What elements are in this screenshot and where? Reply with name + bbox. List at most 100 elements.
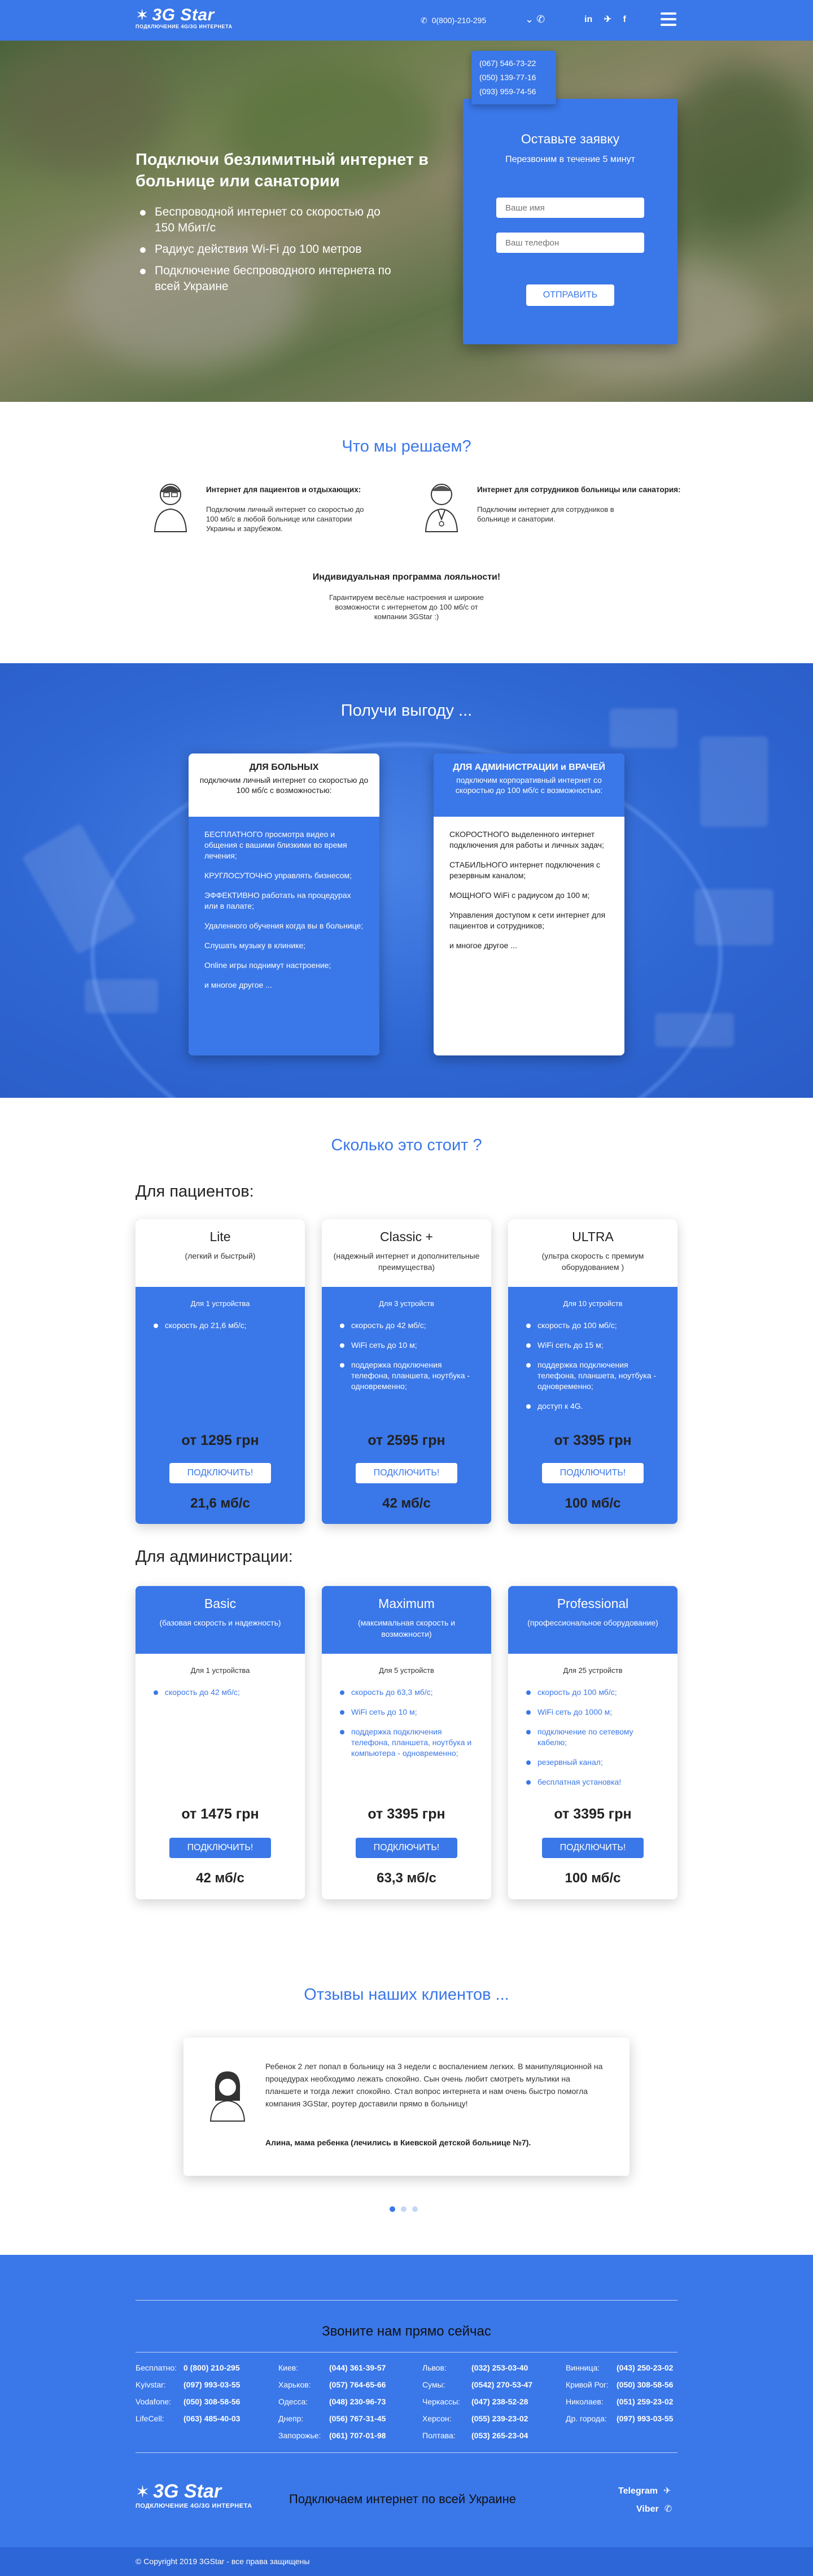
tariff-price: от 3395 грн (554, 1432, 632, 1448)
star-icon: ✶ (136, 2483, 150, 2501)
viber-link[interactable]: Viber ✆ (636, 2503, 672, 2514)
tariff-feature: поддержка подключения телефона, планшета… (525, 1360, 661, 1392)
connect-button[interactable]: ПОДКЛЮЧИТЬ! (356, 1463, 457, 1483)
tariff-price: от 1295 грн (181, 1432, 259, 1448)
contact-phone[interactable]: (097) 993-03-55 (617, 2410, 673, 2427)
contact-phone[interactable]: (056) 767-31-45 (329, 2410, 386, 2427)
contact-city: Одесса: (278, 2397, 308, 2406)
solve-item-title: Интернет для сотрудников больницы или са… (477, 485, 681, 494)
tariff-feature: скорость до 100 мб/с; (525, 1320, 661, 1331)
facebook-icon[interactable]: f (623, 15, 626, 24)
tariff-speed: 42 мб/с (196, 1870, 244, 1886)
contact-phone[interactable]: (097) 993-03-55 (183, 2376, 240, 2393)
contact-phone[interactable]: (055) 239-23-02 (471, 2410, 528, 2427)
contact-phone[interactable]: (051) 259-23-02 (617, 2393, 673, 2410)
benefits-title: Получи выгоду ... (340, 702, 473, 720)
tariff-feature: WiFi сеть до 10 м; (339, 1340, 474, 1351)
site-footer: Звоните нам прямо сейчас Бесплатно: 0 (80… (0, 2255, 813, 2576)
connect-button[interactable]: ПОДКЛЮЧИТЬ! (356, 1838, 457, 1858)
tariff-speed: 21,6 мб/с (190, 1496, 250, 1511)
header-phone[interactable]: ✆ 0(800)-210-295 (421, 16, 486, 25)
solve-title: Что мы решаем? (342, 437, 471, 455)
contact-phone[interactable]: (047) 238-52-28 (471, 2393, 528, 2410)
tariff-card-lite: Lite (легкий и быстрый) Для 1 устройства … (136, 1219, 305, 1524)
connect-button[interactable]: ПОДКЛЮЧИТЬ! (542, 1838, 644, 1858)
linkedin-icon[interactable]: in (584, 15, 592, 24)
tariff-card-professional: Professional (профессиональное оборудован… (508, 1586, 678, 1899)
tariff-price: от 1475 грн (181, 1806, 259, 1822)
benefit-item: Удаленного обучения когда вы в больнице; (204, 921, 364, 930)
contact-phone[interactable]: (044) 361-39-57 (329, 2359, 386, 2376)
dropdown-phone[interactable]: (050) 139-77-16 (479, 71, 548, 85)
contact-phone[interactable]: 0 (800) 210-295 (183, 2359, 240, 2376)
tariff-speed: 63,3 мб/с (377, 1870, 436, 1886)
site-header: ✶ 3G Star ПОДКЛЮЧЕНИЕ 4G/3G ИНТЕРНЕТА ✆ 0(… (0, 0, 813, 41)
contact-phone[interactable]: (032) 253-03-40 (471, 2359, 528, 2376)
viber-icon: ✆ (664, 2504, 672, 2514)
contact-city: Kyivstar: (136, 2380, 166, 2389)
contact-phone[interactable]: (057) 764-65-66 (329, 2376, 386, 2393)
review-text: Ребенок 2 лет попал в больницу на 3 неде… (265, 2062, 603, 2108)
contact-phone[interactable]: (050) 308-58-56 (183, 2393, 240, 2410)
tariff-feature: WiFi сеть до 15 м; (525, 1340, 661, 1351)
footer-logo[interactable]: ✶ 3G Star ПОДКЛЮЧЕНИЕ 4G/3G ИНТЕРНЕТА (136, 2481, 252, 2509)
carousel-dot[interactable] (401, 2206, 406, 2212)
benefit-card-title: ДЛЯ АДМИНИСТРАЦИИ и ВРАЧЕЙ (453, 763, 605, 772)
chevron-down-icon[interactable]: ⌄ (525, 14, 534, 25)
tariff-name: ULTRA (572, 1229, 614, 1244)
admin-title: Для администрации: (136, 1548, 293, 1566)
logo[interactable]: ✶ 3G Star ПОДКЛЮЧЕНИЕ 4G/3G ИНТЕРНЕТА (136, 6, 232, 29)
contact-city: Николаев: (566, 2397, 604, 2406)
menu-icon[interactable] (661, 12, 676, 26)
tariff-speed: 100 мб/с (565, 1496, 621, 1511)
contact-phone[interactable]: (053) 265-23-04 (471, 2427, 528, 2444)
contact-phone[interactable]: (048) 230-96-73 (329, 2393, 386, 2410)
contact-phone[interactable]: (043) 250-23-02 (617, 2359, 673, 2376)
tariff-feature: скорость до 21,6 мб/с; (152, 1320, 288, 1331)
contact-phone[interactable]: (061) 707-01-98 (329, 2427, 386, 2444)
contact-city: Сумы: (422, 2380, 445, 2389)
telegram-icon[interactable]: ✈ (604, 15, 611, 24)
benefit-item: МОЩНОГО WiFi с радиусом до 100 м; (449, 891, 590, 900)
header-call-icons[interactable]: ⌄ ✆ (525, 14, 545, 25)
reviewer-avatar-icon (205, 2067, 250, 2126)
telegram-link[interactable]: Telegram ✈ (618, 2485, 671, 2496)
contact-city: Vodafone: (136, 2397, 172, 2406)
dropdown-phone[interactable]: (067) 546-73-22 (479, 56, 548, 71)
patient-avatar-icon (148, 477, 193, 534)
tariff-speed: 100 мб/с (565, 1870, 621, 1886)
tariff-devices: Для 5 устройств (379, 1666, 434, 1675)
connect-button[interactable]: ПОДКЛЮЧИТЬ! (169, 1463, 271, 1483)
header-social: in ✈ f (584, 14, 635, 25)
tariff-name: Maximum (378, 1596, 435, 1611)
dropdown-phone[interactable]: (093) 959-74-56 (479, 85, 548, 99)
hero-section: Подключи безлимитный интернет в больнице… (0, 41, 813, 402)
submit-button[interactable]: ОТПРАВИТЬ (526, 284, 614, 306)
contact-phone[interactable]: (050) 308-58-56 (617, 2376, 673, 2393)
carousel-dot[interactable] (412, 2206, 418, 2212)
phone-dropdown: (067) 546-73-22 (050) 139-77-16 (093) 95… (471, 51, 556, 104)
benefit-item: БЕСПЛАТНОГО просмотра видео и общения с … (204, 830, 347, 860)
footer-slogan: Подключаем интернет по всей Украине (289, 2492, 516, 2506)
benefit-card-title: ДЛЯ БОЛЬНЫХ (249, 763, 319, 772)
tariff-devices: Для 3 устройств (379, 1299, 434, 1308)
hero-title: Подключи безлимитный интернет в больнице… (136, 151, 429, 190)
phone-input[interactable] (496, 233, 644, 253)
contact-phone[interactable]: (063) 485-40-03 (183, 2410, 240, 2427)
tariff-devices: Для 1 устройства (190, 1299, 250, 1308)
benefit-card-subtitle: подключим корпоративный интернет со скор… (455, 776, 603, 795)
contact-city: LifeCell: (136, 2414, 164, 2423)
connect-button[interactable]: ПОДКЛЮЧИТЬ! (542, 1463, 644, 1483)
contact-city: Винница: (566, 2363, 600, 2372)
connect-button[interactable]: ПОДКЛЮЧИТЬ! (169, 1838, 271, 1858)
contact-phone[interactable]: (0542) 270-53-47 (471, 2376, 532, 2393)
tariff-devices: Для 10 устройств (563, 1299, 623, 1308)
contact-city: Херсон: (422, 2414, 452, 2423)
name-input[interactable] (496, 198, 644, 218)
tariff-feature: скорость до 42 мб/с; (152, 1687, 288, 1698)
phone-icon[interactable]: ✆ (536, 14, 545, 25)
hero-bullet: Радиус действия Wi-Fi до 100 метров (138, 242, 397, 257)
tariff-desc: (надежный интернет и дополнительные преи… (333, 1251, 480, 1272)
carousel-dot[interactable] (390, 2206, 395, 2212)
tariff-price: от 3395 грн (554, 1806, 632, 1822)
